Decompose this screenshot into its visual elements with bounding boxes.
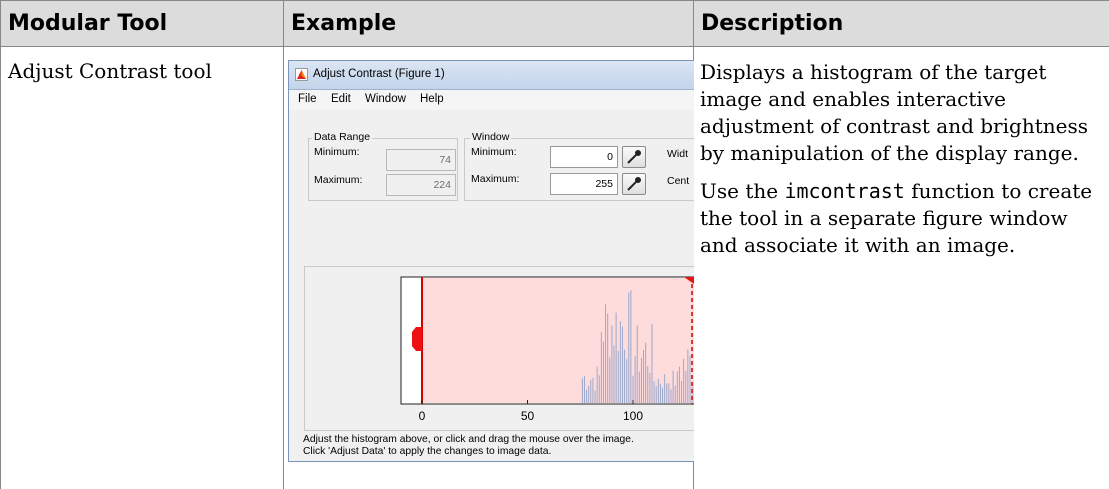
menu-file[interactable]: File: [298, 93, 317, 105]
column-divider: [283, 0, 284, 489]
adjust-contrast-window: Adjust Contrast (Figure 1) File Edit Win…: [288, 60, 694, 462]
eyedropper-icon: [627, 150, 641, 164]
window-title: Adjust Contrast (Figure 1): [313, 68, 445, 80]
header-modular-tool: Modular Tool: [0, 0, 283, 47]
column-divider: [0, 0, 1, 489]
x-tick-label: 100: [623, 409, 643, 423]
window-range-fill: [422, 278, 694, 403]
description-paragraph-1: Displays a histogram of the target image…: [700, 60, 1088, 165]
description-cell: Displays a histogram of the target image…: [700, 59, 1095, 259]
histogram-plot[interactable]: 0 50 100: [305, 267, 694, 432]
menu-window[interactable]: Window: [365, 93, 406, 105]
x-tick-label: 0: [419, 409, 426, 423]
footer-instruction-1: Adjust the histogram above, or click and…: [303, 434, 634, 445]
window-min-label: Minimum:: [471, 146, 517, 158]
data-max-field: 224: [386, 174, 456, 196]
data-min-label: Minimum:: [314, 146, 360, 158]
imcontrast-code: imcontrast: [784, 179, 905, 203]
x-tick-label: 50: [521, 409, 535, 423]
header-example: Example: [283, 0, 693, 47]
header-description: Description: [693, 0, 1109, 47]
histogram-panel: 0 50 100: [304, 266, 694, 431]
data-max-label: Maximum:: [314, 174, 363, 186]
menu-bar: File Edit Window Help: [289, 90, 694, 110]
min-eyedropper-button[interactable]: [622, 146, 646, 168]
data-min-field: 74: [386, 149, 456, 171]
eyedropper-icon: [627, 177, 641, 191]
window-max-input[interactable]: 255: [550, 173, 618, 195]
data-range-label: Data Range: [312, 131, 373, 143]
footer-instruction-2: Click 'Adjust Data' to apply the changes…: [303, 446, 552, 457]
window-max-label: Maximum:: [471, 173, 520, 185]
description-text: Use the: [700, 179, 785, 203]
window-center-label: Cent: [667, 175, 690, 187]
menu-edit[interactable]: Edit: [331, 93, 351, 105]
window-group-label: Window: [470, 131, 512, 143]
window-min-handle: [412, 327, 422, 351]
description-paragraph-2: Use the imcontrast function to create th…: [700, 178, 1095, 259]
window-titlebar: Adjust Contrast (Figure 1): [289, 61, 694, 90]
max-eyedropper-button[interactable]: [622, 173, 646, 195]
tool-name: Adjust Contrast tool: [8, 59, 212, 83]
menu-help[interactable]: Help: [420, 93, 444, 105]
window-width-label: Widt: [667, 148, 688, 160]
window-min-input[interactable]: 0: [550, 146, 618, 168]
matlab-figure-icon: [295, 68, 308, 81]
